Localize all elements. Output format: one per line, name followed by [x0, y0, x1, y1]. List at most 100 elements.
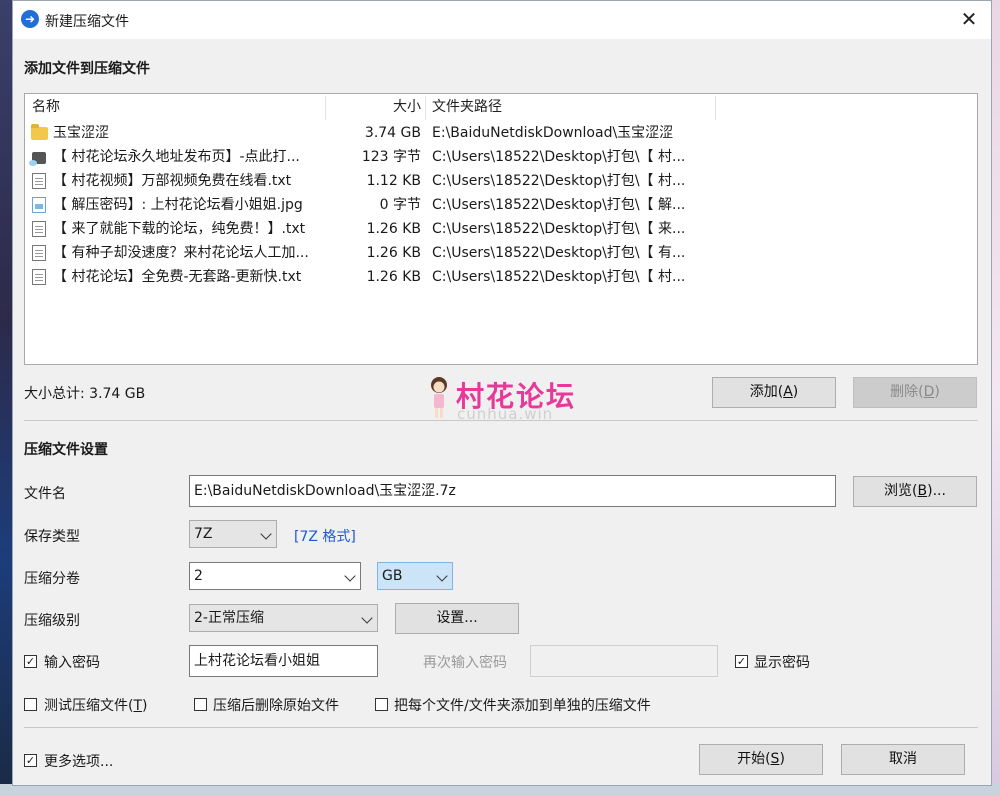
level-settings-button[interactable]: 设置...	[395, 603, 519, 634]
password-checkbox[interactable]: ✓	[24, 655, 37, 668]
section-divider	[24, 420, 978, 421]
file-size: 0 字节	[379, 197, 421, 213]
start-button[interactable]: 开始(S)	[699, 744, 823, 775]
archive-settings-title: 压缩文件设置	[24, 442, 108, 458]
file-name: 【 村花论坛永久地址发布页】-点此打...	[53, 149, 300, 165]
file-name: 【 村花视频】万部视频免费在线看.txt	[53, 173, 292, 189]
filename-input[interactable]: E:\BaiduNetdiskDownload\玉宝涩涩.7z	[189, 475, 836, 507]
folder-icon	[31, 124, 48, 140]
reenter-password-label: 再次输入密码	[423, 655, 507, 671]
split-volume-label: 压缩分卷	[24, 571, 80, 587]
file-path: C:\Users\18522\Desktop\打包\【 村...	[432, 173, 686, 189]
file-name: 【 来了就能下载的论坛，纯免费！】.txt	[53, 221, 306, 237]
show-password-label: 显示密码	[754, 655, 810, 671]
browse-button[interactable]: 浏览(B)...	[853, 476, 977, 507]
compression-level-label: 压缩级别	[24, 613, 80, 629]
add-files-section-title: 添加文件到压缩文件	[24, 61, 150, 77]
save-type-label: 保存类型	[24, 529, 80, 545]
reenter-password-input[interactable]	[530, 645, 718, 677]
delete-after-checkbox[interactable]	[194, 698, 207, 711]
total-size: 大小总计: 3.74 GB	[24, 386, 146, 402]
file-path: C:\Users\18522\Desktop\打包\【 村...	[432, 269, 686, 285]
file-size: 1.26 KB	[366, 269, 421, 285]
image-file-icon	[32, 197, 46, 213]
app-icon: ➜	[21, 10, 39, 28]
text-file-icon	[32, 245, 46, 261]
compression-level-select[interactable]: 2-正常压缩	[189, 604, 378, 632]
file-size: 1.26 KB	[366, 221, 421, 237]
list-item[interactable]: 【 来了就能下载的论坛，纯免费！】.txt 1.26 KB C:\Users\1…	[25, 217, 977, 241]
column-separator[interactable]	[715, 96, 716, 120]
password-input[interactable]: 上村花论坛看小姐姐	[189, 645, 378, 677]
compression-level-value: 2-正常压缩	[194, 610, 264, 626]
split-unit-value: GB	[382, 568, 403, 584]
chevron-down-icon	[260, 528, 272, 540]
add-button-label: 添加(	[749, 384, 784, 400]
list-item[interactable]: 玉宝涩涩 3.74 GB E:\BaiduNetdiskDownload\玉宝涩…	[25, 121, 977, 145]
delete-button-hotkey: D	[923, 384, 935, 400]
column-header-path[interactable]: 文件夹路径	[432, 94, 502, 120]
file-name: 【 村花论坛】全免费-无套路-更新快.txt	[53, 269, 302, 285]
test-archive-text: 测试压缩文件(	[44, 698, 134, 714]
url-shortcut-icon	[29, 152, 46, 166]
delete-button[interactable]: 删除(D)	[853, 377, 977, 408]
list-item[interactable]: 【 解压密码】: 上村花论坛看小姐姐.jpg 0 字节 C:\Users\185…	[25, 193, 977, 217]
file-size: 1.26 KB	[366, 245, 421, 261]
file-size: 3.74 GB	[364, 125, 421, 141]
split-unit-select[interactable]: GB	[377, 562, 453, 590]
list-item[interactable]: 【 村花论坛永久地址发布页】-点此打... 123 字节 C:\Users\18…	[25, 145, 977, 169]
browse-button-hotkey: B	[917, 483, 928, 499]
each-file-label: 把每个文件/文件夹添加到单独的压缩文件	[394, 698, 651, 714]
test-archive-checkbox[interactable]	[24, 698, 37, 711]
chevron-down-icon	[361, 612, 373, 624]
start-button-label: 开始(	[737, 751, 771, 767]
file-name: 玉宝涩涩	[53, 125, 109, 141]
delete-after-label: 压缩后删除原始文件	[213, 698, 339, 714]
split-volume-input[interactable]: 2	[189, 562, 361, 590]
save-type-select[interactable]: 7Z	[189, 520, 277, 548]
format-link[interactable]: [7Z 格式]	[294, 526, 356, 546]
column-header-size[interactable]: 大小	[335, 94, 421, 120]
add-button-hotkey: A	[783, 384, 793, 400]
start-button-hotkey: S	[770, 751, 780, 767]
browse-button-label: 浏览(	[884, 483, 918, 499]
footer-divider	[24, 727, 978, 728]
mascot-girl-image	[428, 376, 450, 422]
close-button[interactable]: ✕	[951, 7, 987, 33]
column-separator[interactable]	[425, 96, 426, 120]
test-archive-label: 测试压缩文件(T)	[44, 698, 148, 714]
more-options-checkbox[interactable]: ✓	[24, 754, 37, 767]
column-separator[interactable]	[325, 96, 326, 120]
show-password-checkbox[interactable]: ✓	[735, 655, 748, 668]
list-item[interactable]: 【 村花论坛】全免费-无套路-更新快.txt 1.26 KB C:\Users\…	[25, 265, 977, 289]
chevron-down-icon	[436, 570, 448, 582]
text-file-icon	[32, 221, 46, 237]
file-path: C:\Users\18522\Desktop\打包\【 村...	[432, 149, 686, 165]
file-size: 123 字节	[361, 149, 421, 165]
desktop-background-right	[992, 0, 1000, 796]
each-file-checkbox[interactable]	[375, 698, 388, 711]
title-bar: ➜ 新建压缩文件 ✕	[13, 1, 991, 39]
list-item[interactable]: 【 村花视频】万部视频免费在线看.txt 1.12 KB C:\Users\18…	[25, 169, 977, 193]
file-path: C:\Users\18522\Desktop\打包\【 有...	[432, 245, 686, 261]
list-item[interactable]: 【 有种子却没速度？来村花论坛人工加... 1.26 KB C:\Users\1…	[25, 241, 977, 265]
save-type-value: 7Z	[194, 526, 213, 542]
filename-label: 文件名	[24, 486, 66, 502]
file-path: C:\Users\18522\Desktop\打包\【 解...	[432, 197, 686, 213]
test-archive-hotkey: T	[133, 698, 143, 714]
cancel-button[interactable]: 取消	[841, 744, 965, 775]
file-list[interactable]: 名称 大小 文件夹路径 玉宝涩涩 3.74 GB E:\BaiduNetdisk…	[24, 93, 978, 365]
password-label: 输入密码	[44, 655, 100, 671]
browse-button-tail: )...	[927, 483, 946, 499]
column-header-name[interactable]: 名称	[32, 94, 60, 120]
text-file-icon	[32, 173, 46, 189]
more-options-label: 更多选项...	[44, 754, 114, 770]
delete-button-label: 删除(	[890, 384, 924, 400]
split-volume-value: 2	[194, 568, 203, 584]
window-title: 新建压缩文件	[45, 14, 129, 30]
file-path: E:\BaiduNetdiskDownload\玉宝涩涩	[432, 125, 674, 141]
file-size: 1.12 KB	[366, 173, 421, 189]
chevron-down-icon	[344, 570, 356, 582]
add-button[interactable]: 添加(A)	[712, 377, 836, 408]
new-archive-dialog: ➜ 新建压缩文件 ✕ 添加文件到压缩文件 名称 大小 文件夹路径 玉宝涩涩 3.…	[12, 0, 992, 786]
